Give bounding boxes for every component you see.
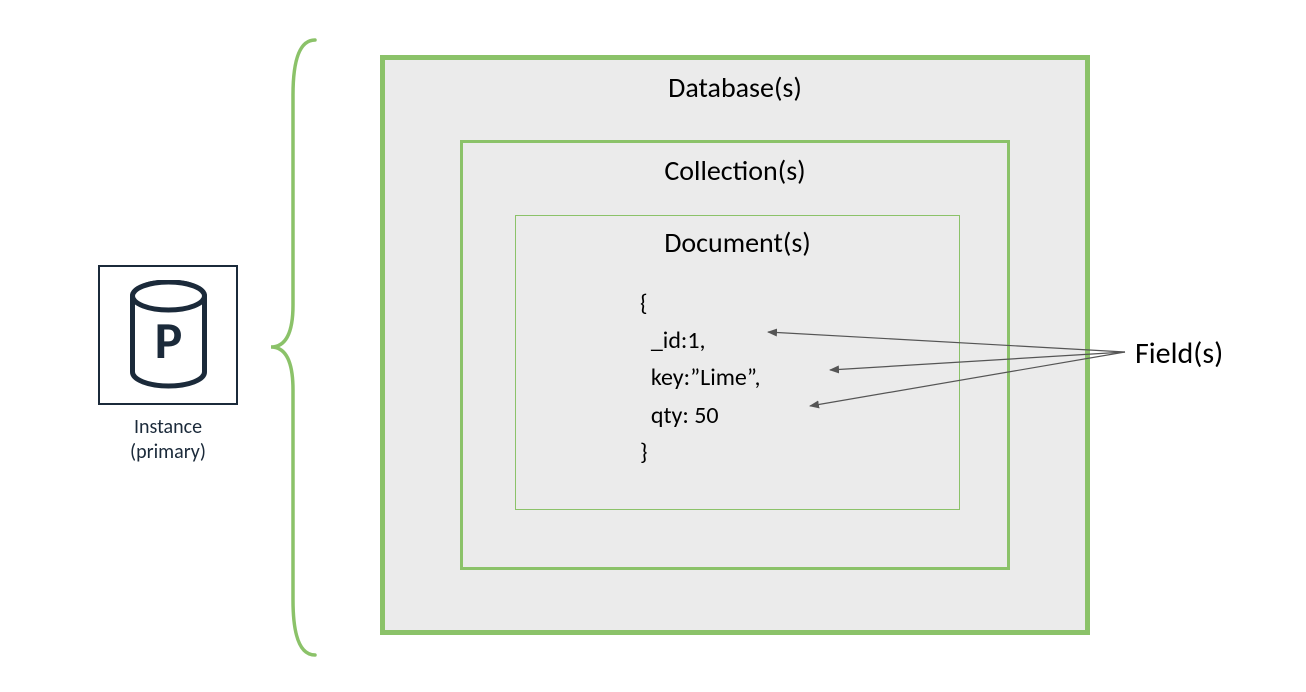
json-close-brace: } [640,438,648,467]
json-line-qty: qty: 50 [640,401,719,430]
diagram-canvas: P Instance (primary) Database(s) Collect… [0,0,1306,692]
instance-label-line2: (primary) [130,440,206,464]
database-cylinder-icon: P [121,280,216,390]
document-json: { _id:1, key:”Lime”, qty: 50 } [640,285,761,471]
fields-label: Field(s) [1135,335,1223,372]
instance-box: P [98,265,238,405]
collection-title: Collection(s) [460,153,1010,188]
document-title: Document(s) [515,225,960,260]
json-line-id: _id:1, [640,326,706,355]
json-line-key: key:”Lime”, [640,363,761,392]
instance-label-line1: Instance [134,415,202,439]
instance-letter: P [154,308,182,372]
json-open-brace: { [640,289,648,318]
curly-brace-icon [265,35,325,660]
database-title: Database(s) [380,70,1090,105]
instance-label: Instance (primary) [98,415,238,465]
